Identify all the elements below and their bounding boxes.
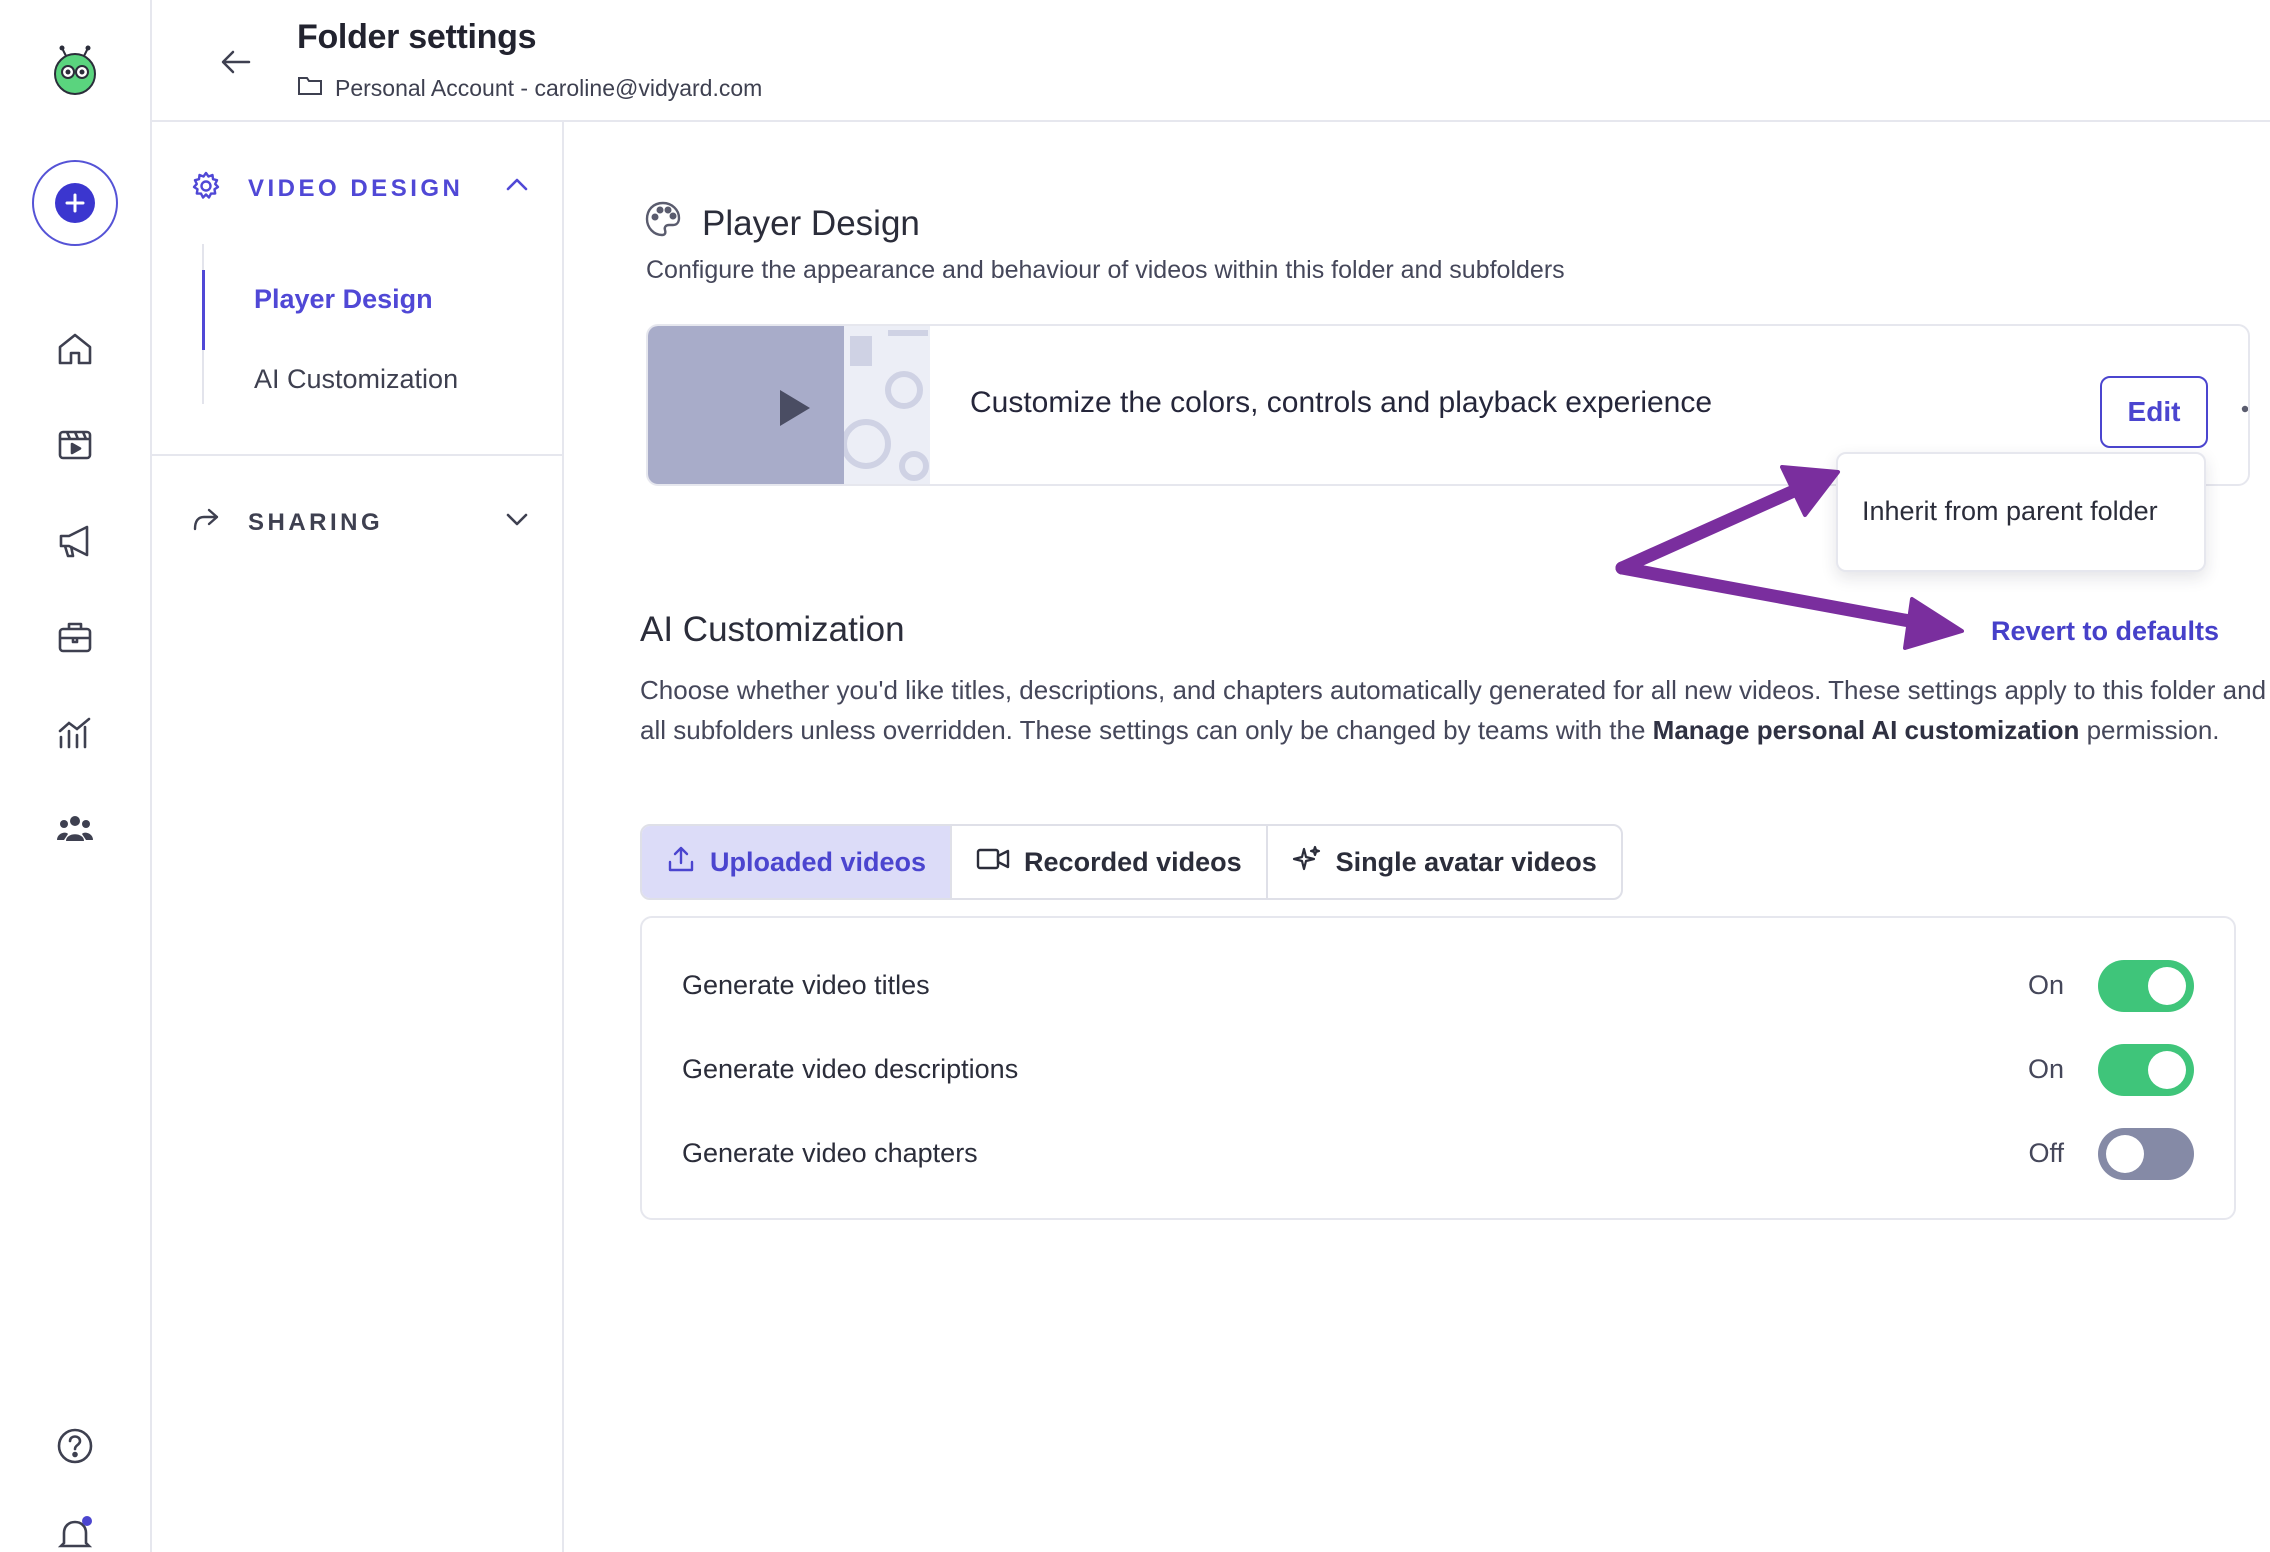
setting-state: On: [2027, 970, 2064, 1000]
setting-state: On: [2027, 1054, 2064, 1084]
permission-name: Manage personal AI customization: [1652, 715, 2080, 745]
page-title: Folder settings: [297, 18, 537, 56]
toggle-video-descriptions[interactable]: [2098, 1044, 2194, 1096]
desc-text-end: permission.: [2079, 715, 2220, 745]
tab-recorded-videos[interactable]: Recorded videos: [952, 826, 1268, 898]
section-label: VIDEO DESIGN: [248, 174, 464, 202]
toggle-knob: [2106, 1135, 2144, 1173]
video-camera-icon: [976, 846, 1010, 879]
player-design-description: Configure the appearance and behaviour o…: [646, 256, 1565, 284]
analytics-icon[interactable]: [52, 710, 98, 756]
video-type-tabs: Uploaded videos Recorded videos Single a…: [640, 824, 1623, 900]
setting-state: Off: [2028, 1138, 2064, 1168]
setting-label: Generate video descriptions: [682, 1054, 1019, 1084]
player-design-heading: Player Design: [644, 200, 920, 247]
app-rail: [0, 0, 152, 1552]
play-icon: [778, 388, 812, 433]
help-icon[interactable]: [52, 1423, 98, 1469]
team-icon[interactable]: [52, 805, 98, 851]
tab-label: Recorded videos: [1024, 846, 1242, 877]
section-title: Player Design: [702, 203, 920, 243]
settings-sidebar: VIDEO DESIGN Player Design AI Customizat…: [152, 122, 564, 1552]
breadcrumb: Personal Account - caroline@vidyard.com: [297, 74, 762, 102]
plus-icon: [55, 183, 95, 223]
more-options-icon[interactable]: [2236, 394, 2248, 424]
tab-single-avatar-videos[interactable]: Single avatar videos: [1268, 826, 1621, 898]
notifications-bell-icon[interactable]: [52, 1512, 98, 1552]
back-arrow-icon[interactable]: [214, 40, 258, 84]
chevron-up-icon: [504, 172, 530, 203]
folder-icon: [297, 74, 323, 102]
briefcase-icon[interactable]: [52, 614, 98, 660]
setting-row-titles: Generate video titles On: [682, 958, 2194, 1014]
menu-item-inherit[interactable]: Inherit from parent folder: [1862, 496, 2158, 527]
main-content: Player Design Configure the appearance a…: [564, 122, 2270, 1552]
ai-settings-panel: Generate video titles On Generate video …: [640, 916, 2236, 1220]
toggle-video-titles[interactable]: [2098, 960, 2194, 1012]
setting-label: Generate video titles: [682, 970, 930, 1000]
gears-illustration-icon: [844, 326, 930, 484]
player-thumbnail: [648, 326, 930, 484]
toggle-knob: [2148, 967, 2186, 1005]
sidebar-item-ai-customization[interactable]: AI Customization: [204, 364, 458, 395]
home-icon[interactable]: [52, 326, 98, 372]
toggle-knob: [2148, 1051, 2186, 1089]
edit-button[interactable]: Edit: [2100, 376, 2208, 448]
tab-label: Single avatar videos: [1335, 846, 1597, 877]
create-button[interactable]: [32, 160, 118, 246]
video-library-icon[interactable]: [52, 421, 98, 467]
setting-row-chapters: Generate video chapters Off: [682, 1126, 2194, 1182]
ai-customization-description: Choose whether you'd like titles, descri…: [640, 670, 2270, 750]
section-label: SHARING: [248, 508, 384, 536]
tab-label: Uploaded videos: [710, 846, 927, 877]
sparkle-icon: [1292, 844, 1322, 881]
toggle-video-chapters[interactable]: [2098, 1128, 2194, 1180]
upload-icon: [666, 844, 696, 881]
page-header: Folder settings Personal Account - carol…: [152, 0, 2270, 122]
account-label: Personal Account - caroline@vidyard.com: [335, 74, 763, 101]
share-arrow-icon: [190, 504, 222, 541]
vidyard-logo-icon[interactable]: [48, 44, 102, 98]
setting-row-descriptions: Generate video descriptions On: [682, 1042, 2194, 1098]
palette-icon: [644, 200, 682, 247]
ai-customization-heading: AI Customization: [640, 610, 905, 649]
section-sharing[interactable]: SHARING: [190, 504, 530, 541]
section-video-design[interactable]: VIDEO DESIGN: [190, 170, 530, 207]
gear-icon: [190, 170, 222, 207]
options-menu: Inherit from parent folder: [1836, 452, 2206, 572]
card-description: Customize the colors, controls and playb…: [970, 386, 1713, 419]
tab-uploaded-videos[interactable]: Uploaded videos: [642, 826, 953, 898]
chevron-down-icon: [504, 506, 530, 537]
divider: [152, 454, 562, 456]
video-design-items: Player Design AI Customization: [202, 244, 502, 404]
megaphone-icon[interactable]: [52, 518, 98, 564]
setting-label: Generate video chapters: [682, 1138, 978, 1168]
sidebar-item-player-design[interactable]: Player Design: [202, 270, 433, 350]
revert-to-defaults-link[interactable]: Revert to defaults: [1991, 616, 2219, 647]
